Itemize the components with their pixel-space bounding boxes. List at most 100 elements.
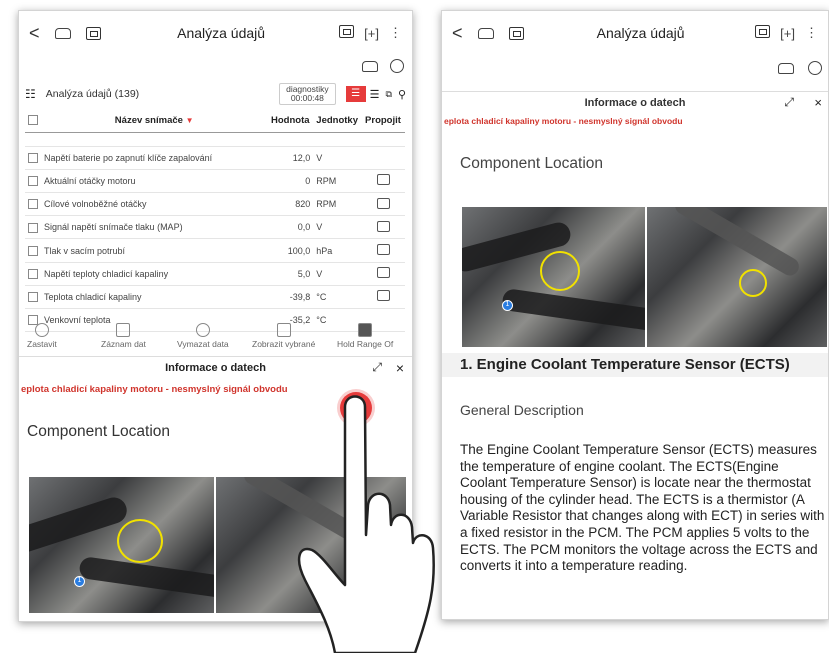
sensor-name: Aktuální otáčky motoru <box>41 169 268 194</box>
graph-view-button[interactable]: ⧉ <box>386 89 392 100</box>
link-icon[interactable] <box>376 290 390 302</box>
page-title: Analýza údajů <box>177 25 266 41</box>
sort-icon[interactable]: ▼ <box>186 116 194 125</box>
row-checkbox[interactable] <box>28 153 38 164</box>
search-icon[interactable]: ⚲ <box>398 88 406 101</box>
table-row[interactable]: Tlak v sacím potrubí 100,0 hPa <box>25 238 405 263</box>
sensor-unit: V <box>313 146 361 170</box>
show-selected-label: Zobrazit vybrané <box>252 339 316 349</box>
sensor-unit: V <box>313 215 361 240</box>
car-icon[interactable] <box>362 60 378 72</box>
table-row[interactable]: Teplota chladicí kapaliny -39,8 °C <box>25 285 405 310</box>
sensor-unit: RPM <box>313 192 361 217</box>
sensor-unit: RPM <box>313 169 361 194</box>
col-value: Hodnota <box>271 114 310 126</box>
engine-photo-1[interactable]: 1 <box>29 477 214 613</box>
table-row[interactable]: Aktuální otáčky motoru 0 RPM <box>25 169 405 194</box>
col-unit: Jednotky <box>316 114 358 126</box>
link-icon[interactable] <box>376 197 390 209</box>
sensor-value: 0 <box>267 169 314 194</box>
row-checkbox[interactable] <box>28 292 38 303</box>
data-icon[interactable] <box>339 25 355 41</box>
sensor-name: Venkovní teplota <box>41 308 268 333</box>
more-button[interactable]: ⋮ <box>389 25 402 41</box>
data-table: Název snímače ▼ Hodnota Jednotky Propoji… <box>25 109 405 333</box>
link-icon[interactable] <box>376 174 390 186</box>
close-icon[interactable]: × <box>814 95 822 110</box>
list-view-button[interactable]: ☰ <box>345 86 366 102</box>
car-icon[interactable] <box>778 62 794 74</box>
row-checkbox[interactable] <box>28 176 38 187</box>
record-button[interactable]: Záznam dat <box>101 323 146 349</box>
error-message: eplota chladicí kapaliny motoru - nesmys… <box>444 116 683 126</box>
expand-icon[interactable]: ⤢ <box>784 95 794 110</box>
row-checkbox[interactable] <box>28 222 38 233</box>
record-label: Záznam dat <box>101 339 146 349</box>
general-heading: General Description <box>460 402 584 418</box>
timer-box: diagnostiky 00:00:48 <box>279 83 336 105</box>
stop-icon <box>34 323 49 337</box>
table-header-row: Název snímače ▼ Hodnota Jednotky Propoji… <box>25 109 405 133</box>
row-checkbox[interactable] <box>28 199 38 210</box>
link-icon[interactable] <box>376 244 390 256</box>
add-icon[interactable] <box>506 23 526 43</box>
back-button[interactable]: < <box>452 23 476 44</box>
marker-badge: 1 <box>502 300 513 311</box>
description-text: The Engine Coolant Temperature Sensor (E… <box>460 442 825 574</box>
section-heading: Component Location <box>27 423 171 440</box>
data-icon[interactable] <box>755 25 771 41</box>
compact-view-button[interactable]: ☰ <box>370 88 380 101</box>
back-button[interactable]: < <box>29 23 53 44</box>
engine-photo-2[interactable] <box>647 207 827 347</box>
table-row[interactable]: Signál napětí snímače tlaku (MAP) 0,0 V <box>25 215 405 240</box>
sensor-unit: °C <box>313 285 361 310</box>
hand-pointer-icon <box>297 395 435 653</box>
vehicle-icon[interactable] <box>53 23 73 43</box>
link-icon[interactable] <box>376 220 390 232</box>
close-icon[interactable]: × <box>396 360 404 376</box>
sensor-value: 12,0 <box>267 146 314 170</box>
row-checkbox[interactable] <box>28 245 38 256</box>
col-name[interactable]: Název snímače <box>115 115 183 126</box>
sensor-name: Teplota chladicí kapaliny <box>41 285 268 310</box>
add-icon[interactable] <box>83 23 103 43</box>
sensor-unit: hPa <box>313 238 361 263</box>
sensor-name: Signál napětí snímače tlaku (MAP) <box>41 215 268 240</box>
row-checkbox[interactable] <box>28 269 38 280</box>
marker-badge: 1 <box>74 576 85 587</box>
scan-icon[interactable]: [+] <box>364 26 379 41</box>
list-title: Analýza údajů (139) <box>45 88 140 100</box>
more-button[interactable]: ⋮ <box>805 25 818 41</box>
hold-range-button[interactable]: Hold Range Of <box>337 323 393 349</box>
vehicle-icon[interactable] <box>476 23 496 43</box>
link-icon[interactable] <box>376 267 390 279</box>
sensor-name: Napětí baterie po zapnutí klíče zapalová… <box>41 146 268 170</box>
refresh-icon <box>195 323 210 337</box>
component-heading: 1. Engine Coolant Temperature Sensor (EC… <box>442 353 828 377</box>
select-all-checkbox[interactable] <box>28 115 38 126</box>
scan-icon[interactable]: [+] <box>780 26 795 41</box>
expand-icon[interactable]: ⤢ <box>372 360 382 375</box>
sensor-value: 820 <box>267 192 314 217</box>
list-icon[interactable]: ☷ <box>25 87 36 101</box>
timer-value: 00:00:48 <box>290 93 324 103</box>
steering-icon[interactable] <box>390 59 404 73</box>
clear-button[interactable]: Vymazat data <box>177 323 229 349</box>
stop-label: Zastavit <box>27 339 57 349</box>
stop-button[interactable]: Zastavit <box>27 323 57 349</box>
hold-icon <box>358 323 373 337</box>
sensor-value: 100,0 <box>267 238 314 263</box>
show-selected-button[interactable]: Zobrazit vybrané <box>252 323 315 349</box>
table-row[interactable]: Cílové volnoběžné otáčky 820 RPM <box>25 192 405 217</box>
top-bar: < Analýza údajů [+] ⋮ <box>442 11 828 55</box>
col-link: Propojit <box>365 114 401 126</box>
engine-photo-1[interactable]: 1 <box>462 207 645 347</box>
info-title: Informace o datech <box>584 96 686 109</box>
table-row[interactable]: Napětí teploty chladicí kapaliny 5,0 V <box>25 262 405 286</box>
info-title: Informace o datech <box>165 361 266 374</box>
sensor-unit: V <box>313 262 361 286</box>
page-title: Analýza údajů <box>596 25 685 41</box>
sensor-name: Napětí teploty chladicí kapaliny <box>41 262 268 286</box>
steering-icon[interactable] <box>808 61 822 75</box>
table-row[interactable]: Napětí baterie po zapnutí klíče zapalová… <box>25 146 405 170</box>
